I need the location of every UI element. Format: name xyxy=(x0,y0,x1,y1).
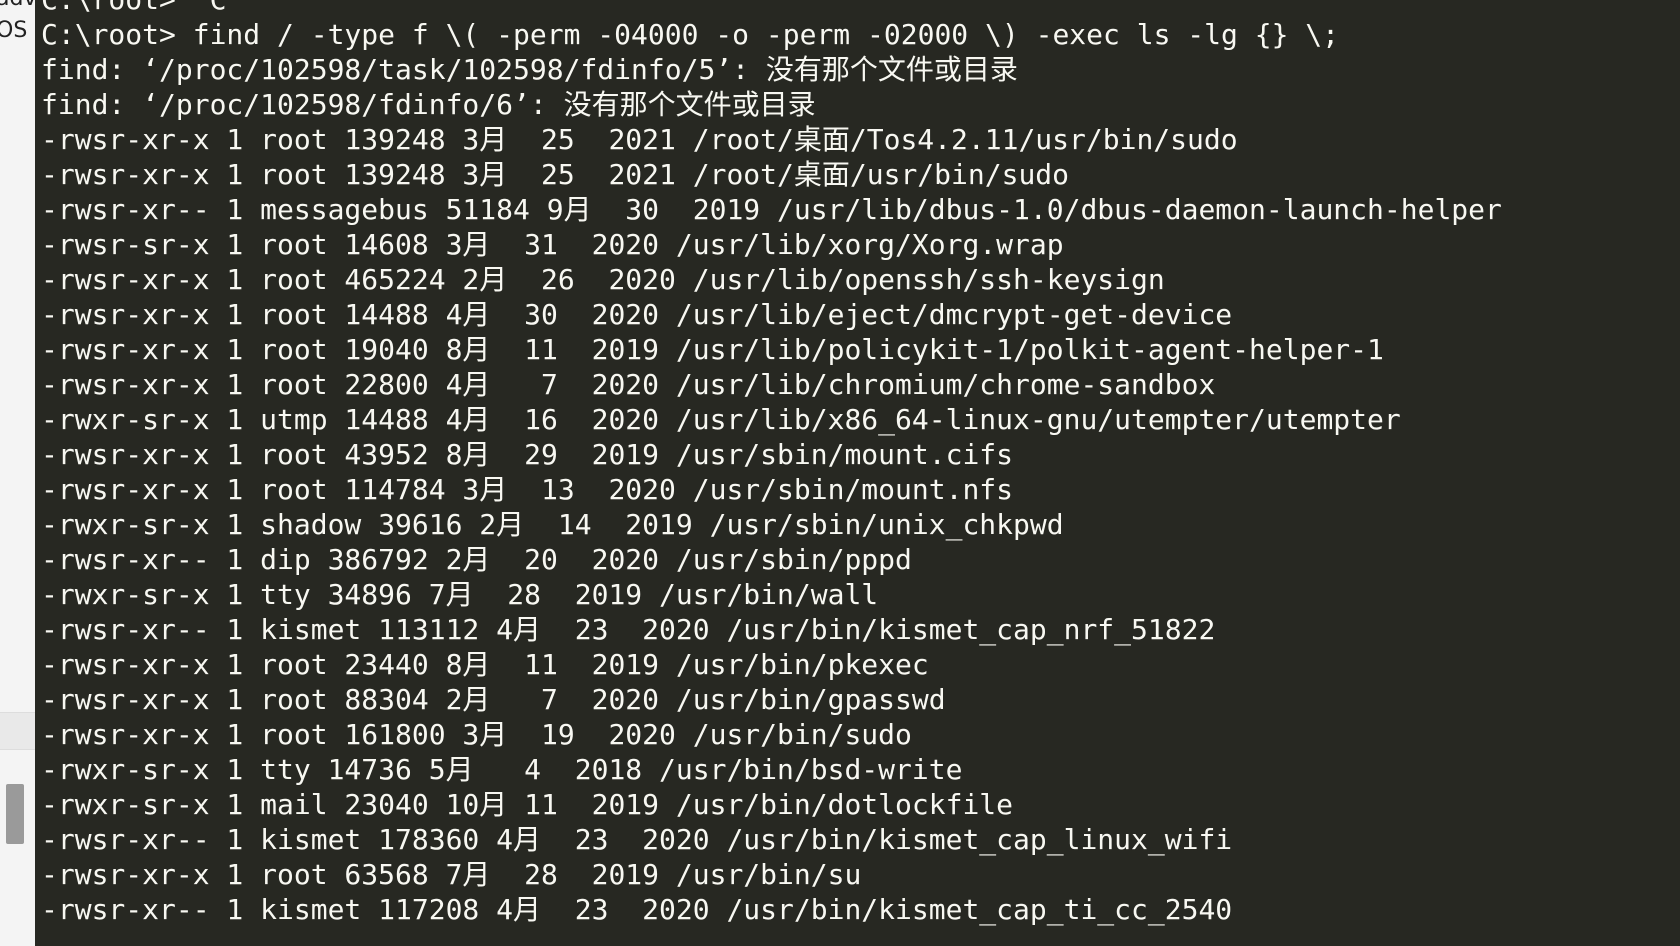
terminal-file-line: -rwsr-xr-- 1 dip 386792 2月 20 2020 /usr/… xyxy=(41,543,912,576)
side-panel-divider xyxy=(0,712,35,750)
terminal-file-line: -rwxr-sr-x 1 tty 34896 7月 28 2019 /usr/b… xyxy=(41,578,879,611)
terminal-file-line: -rwsr-xr-x 1 root 63568 7月 28 2019 /usr/… xyxy=(41,858,862,891)
terminal-file-line: -rwxr-sr-x 1 shadow 39616 2月 14 2019 /us… xyxy=(41,508,1064,541)
terminal-file-line: -rwxr-sr-x 1 utmp 14488 4月 16 2020 /usr/… xyxy=(41,403,1401,436)
terminal-command-line: C:\root> find / -type f \( -perm -04000 … xyxy=(41,18,1340,51)
terminal-file-line: -rwsr-sr-x 1 root 14608 3月 31 2020 /usr/… xyxy=(41,228,1064,261)
terminal-file-line: -rwsr-xr-x 1 root 139248 3月 25 2021 /roo… xyxy=(41,123,1238,156)
terminal-file-line: -rwsr-xr-x 1 root 88304 2月 7 2020 /usr/b… xyxy=(41,683,946,716)
terminal-file-line: -rwsr-xr-x 1 root 465224 2月 26 2020 /usr… xyxy=(41,263,1165,296)
terminal-file-line: -rwsr-xr-x 1 root 14488 4月 30 2020 /usr/… xyxy=(41,298,1233,331)
terminal-file-line: -rwsr-xr-- 1 kismet 117208 4月 23 2020 /u… xyxy=(41,893,1233,926)
side-panel-label-top: adv xyxy=(0,0,35,11)
side-panel-label-os: OS xyxy=(0,18,28,43)
terminal-output[interactable]: C:\root> ^C C:\root> find / -type f \( -… xyxy=(35,0,1680,946)
terminal-file-line: -rwsr-xr-- 1 kismet 178360 4月 23 2020 /u… xyxy=(41,823,1233,856)
terminal-previous-line: C:\root> ^C xyxy=(41,0,226,17)
terminal-file-line: -rwsr-xr-x 1 root 161800 3月 19 2020 /usr… xyxy=(41,718,912,751)
terminal-file-line: -rwxr-sr-x 1 mail 23040 10月 11 2019 /usr… xyxy=(41,788,1014,821)
terminal-file-line: -rwsr-xr-x 1 root 19040 8月 11 2019 /usr/… xyxy=(41,333,1384,366)
terminal-error-line: find: ‘/proc/102598/fdinfo/6’: 没有那个文件或目录 xyxy=(41,88,816,121)
terminal-file-line: -rwsr-xr-x 1 root 22800 4月 7 2020 /usr/l… xyxy=(41,368,1216,401)
terminal-file-line: -rwsr-xr-x 1 root 114784 3月 13 2020 /usr… xyxy=(41,473,1014,506)
terminal-file-line: -rwxr-sr-x 1 tty 14736 5月 4 2018 /usr/bi… xyxy=(41,753,963,786)
terminal-file-line: -rwsr-xr-x 1 root 139248 3月 25 2021 /roo… xyxy=(41,158,1070,191)
terminal-file-line: -rwsr-xr-x 1 root 43952 8月 29 2019 /usr/… xyxy=(41,438,1014,471)
terminal-file-line: -rwsr-xr-- 1 kismet 113112 4月 23 2020 /u… xyxy=(41,613,1216,646)
terminal-file-line: -rwsr-xr-x 1 root 23440 8月 11 2019 /usr/… xyxy=(41,648,929,681)
side-panel: adv OS xyxy=(0,0,35,946)
terminal-file-line: -rwsr-xr-- 1 messagebus 51184 9月 30 2019… xyxy=(41,193,1502,226)
side-panel-scrollbar-thumb[interactable] xyxy=(6,784,24,844)
terminal-error-line: find: ‘/proc/102598/task/102598/fdinfo/5… xyxy=(41,53,1018,86)
